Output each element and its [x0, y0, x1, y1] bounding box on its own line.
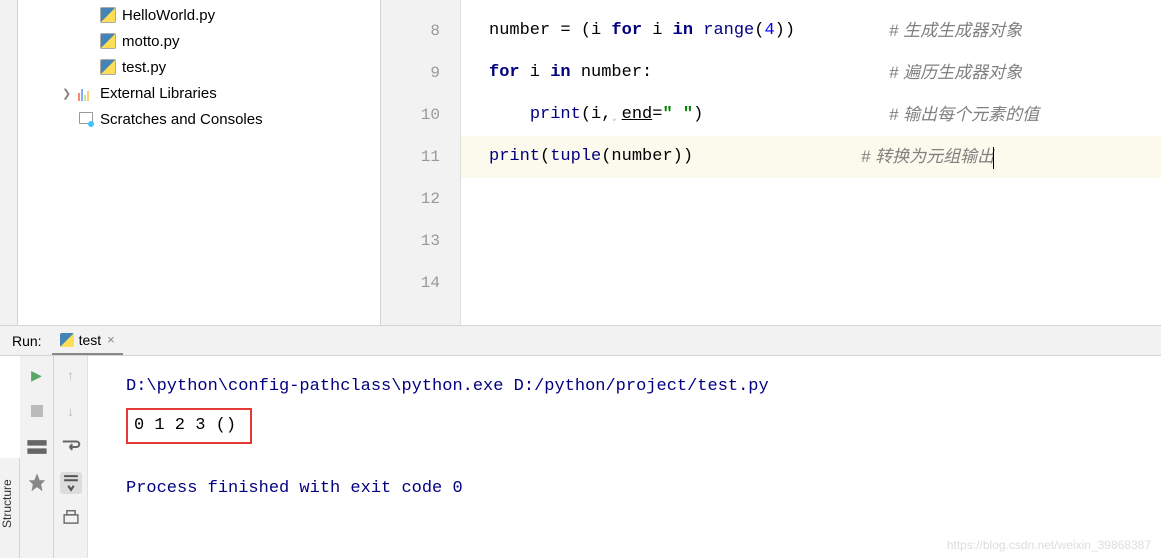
scroll-to-end-button[interactable] — [60, 472, 82, 494]
tree-file-item[interactable]: HelloWorld.py — [20, 2, 380, 28]
tree-file-label: HelloWorld.py — [122, 7, 215, 24]
console-command-line: D:\python\config-pathclass\python.exe D:… — [126, 368, 1161, 406]
line-number: 10 — [381, 94, 440, 136]
watermark: https://blog.csdn.net/weixin_39868387 — [947, 538, 1151, 552]
up-button[interactable]: ↑ — [60, 364, 82, 386]
left-gutter-stripe — [0, 0, 18, 325]
code-content[interactable]: number = (i for i in range(4))# 生成生成器对象f… — [461, 0, 1161, 325]
pin-icon — [26, 472, 48, 494]
tree-file-label: test.py — [122, 59, 166, 76]
scratches-label: Scratches and Consoles — [100, 111, 263, 128]
run-label: Run: — [12, 333, 42, 349]
code-comment: # 转换为元组输出 — [861, 136, 994, 178]
tree-file-item[interactable]: test.py — [20, 54, 380, 80]
scratches-node[interactable]: Scratches and Consoles — [20, 106, 380, 132]
run-tool-window: Run: test × Structure ▶ ↑ ↓ — [0, 325, 1161, 558]
scroll-end-icon — [60, 472, 82, 494]
soft-wrap-button[interactable] — [60, 436, 82, 458]
main-area: HelloWorld.py motto.py test.py ❯ External … — [0, 0, 1161, 325]
code-line[interactable] — [489, 220, 1161, 262]
structure-tool-button[interactable]: Structure — [0, 458, 20, 558]
rerun-button[interactable]: ▶ — [26, 364, 48, 386]
library-icon — [78, 85, 94, 101]
run-body: Structure ▶ ↑ ↓ D:\python\con — [0, 356, 1161, 558]
line-number: 12 — [381, 178, 440, 220]
run-header: Run: test × — [0, 326, 1161, 356]
console-exit-line: Process finished with exit code 0 — [126, 470, 1161, 508]
pin-button[interactable] — [26, 472, 48, 494]
line-number: 9 — [381, 52, 440, 94]
tree-file-label: motto.py — [122, 33, 180, 50]
code-line[interactable]: number = (i for i in range(4))# 生成生成器对象 — [489, 10, 1161, 52]
line-number: 8 — [381, 10, 440, 52]
run-toolbar-primary: ▶ — [20, 356, 54, 558]
console-output[interactable]: D:\python\config-pathclass\python.exe D:… — [88, 356, 1161, 558]
external-libraries-node[interactable]: ❯ External Libraries — [20, 80, 380, 106]
console-output-highlighted: 0 1 2 3 () — [126, 408, 252, 444]
code-comment: # 输出每个元素的值 — [889, 94, 1039, 136]
line-number-gutter: 891011121314 — [381, 0, 461, 325]
python-icon — [60, 333, 74, 347]
run-tab-test[interactable]: test × — [52, 327, 123, 355]
line-number: 13 — [381, 220, 440, 262]
project-tree-panel: HelloWorld.py motto.py test.py ❯ External … — [0, 0, 380, 325]
stop-button[interactable] — [26, 400, 48, 422]
python-file-icon — [100, 33, 116, 49]
code-line[interactable]: for i in number:# 遍历生成器对象 — [489, 52, 1161, 94]
run-tab-label: test — [79, 332, 102, 348]
code-line[interactable] — [489, 262, 1161, 304]
layout-icon — [26, 436, 48, 458]
code-line[interactable]: print(i,˯end=" ")# 输出每个元素的值 — [489, 94, 1161, 136]
code-comment: # 生成生成器对象 — [889, 10, 1022, 52]
layout-button[interactable] — [26, 436, 48, 458]
python-file-icon — [100, 59, 116, 75]
wrap-icon — [60, 436, 82, 458]
chevron-right-icon[interactable]: ❯ — [62, 87, 72, 100]
print-button[interactable] — [60, 508, 82, 530]
code-comment: # 遍历生成器对象 — [889, 52, 1022, 94]
code-editor[interactable]: 891011121314 number = (i for i in range(… — [380, 0, 1161, 325]
run-toolbar-secondary: ↑ ↓ — [54, 356, 88, 558]
line-number: 14 — [381, 262, 440, 304]
code-line[interactable] — [489, 178, 1161, 220]
text-cursor — [993, 147, 994, 169]
python-file-icon — [100, 7, 116, 23]
line-number: 11 — [381, 136, 440, 178]
print-icon — [60, 508, 82, 530]
down-button[interactable]: ↓ — [60, 400, 82, 422]
code-line[interactable]: print(tuple(number))# 转换为元组输出 — [461, 136, 1161, 178]
tree-file-item[interactable]: motto.py — [20, 28, 380, 54]
external-libraries-label: External Libraries — [100, 85, 217, 102]
scratches-icon — [78, 111, 94, 127]
close-icon[interactable]: × — [107, 332, 115, 347]
